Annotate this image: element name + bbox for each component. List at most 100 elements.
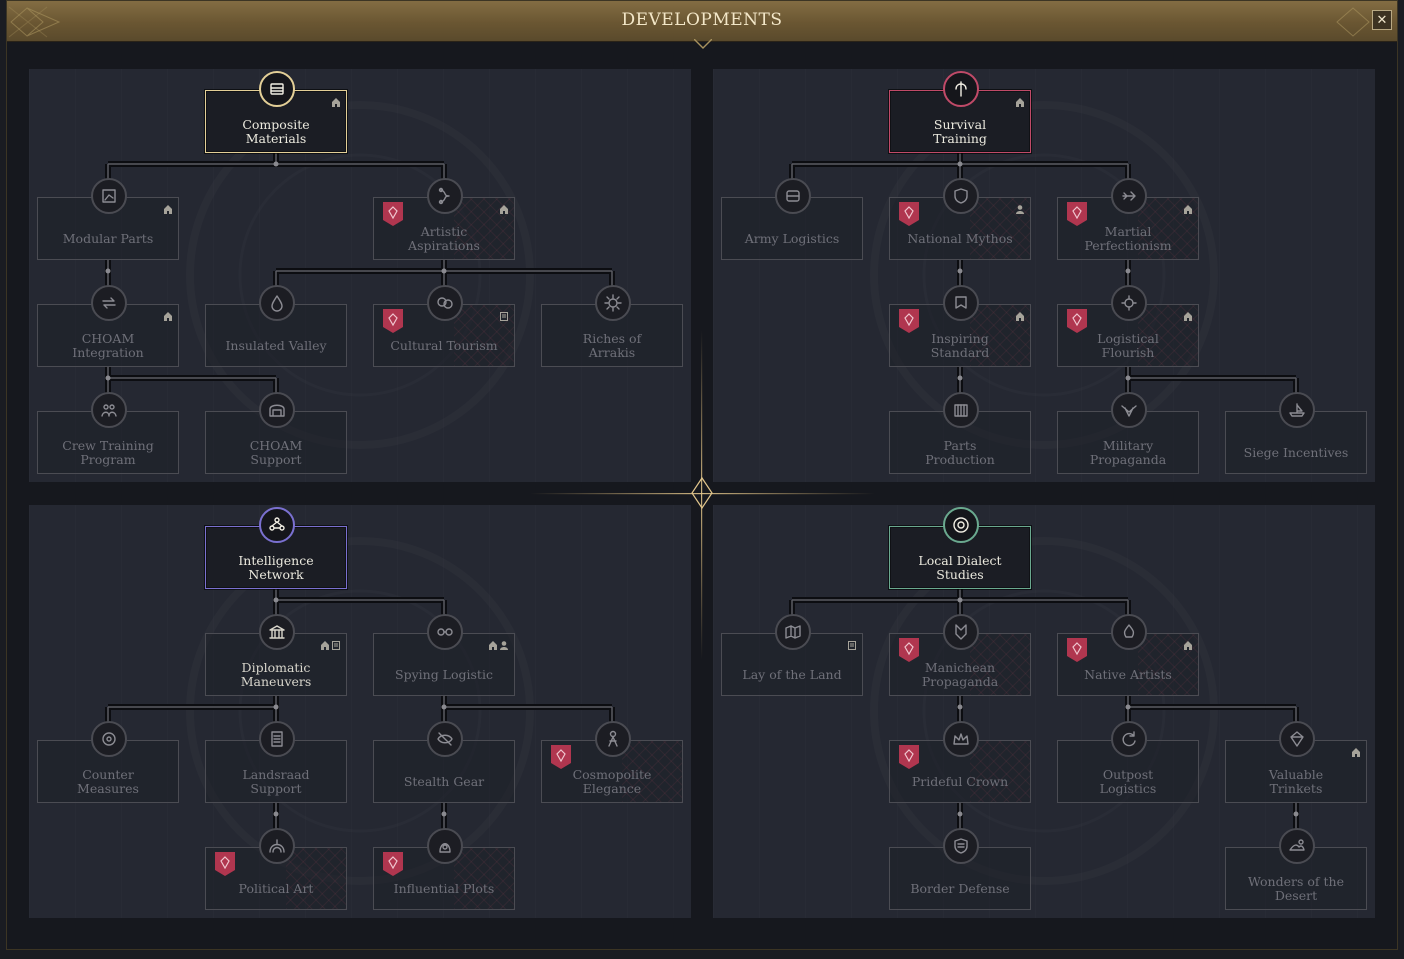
- development-node-siege-incentives[interactable]: Siege Incentives: [1225, 392, 1367, 474]
- development-node-crew-training-program[interactable]: Crew Training Program: [37, 392, 179, 474]
- development-node-influential-plots[interactable]: Influential Plots: [373, 828, 515, 910]
- connector-junction: [105, 268, 111, 274]
- eagle-icon: [1111, 392, 1147, 428]
- house-icon: [489, 641, 497, 650]
- node-label-line: Propaganda: [1089, 451, 1167, 467]
- node-label-line: Support: [250, 780, 302, 796]
- connector-junction: [957, 375, 963, 381]
- spiral-icon: [943, 507, 979, 543]
- node-label-line: Support: [250, 451, 302, 467]
- node-label-line: Crew Training: [62, 437, 154, 453]
- document-requirement-icon: [848, 641, 856, 650]
- shield-icon: [943, 178, 979, 214]
- development-node-composite-materials[interactable]: Composite Materials: [205, 71, 347, 153]
- development-node-local-dialect-studies[interactable]: Local Dialect Studies: [889, 507, 1031, 589]
- node-label: Border Defense: [896, 870, 1024, 907]
- development-node-native-artists[interactable]: Native Artists: [1057, 614, 1199, 696]
- node-label-line: Outpost: [1102, 766, 1154, 782]
- map-icon: [775, 614, 811, 650]
- development-node-cosmopolite-elegance[interactable]: Cosmopolite Elegance: [541, 721, 683, 803]
- node-label-line: Cultural Tourism: [390, 337, 498, 353]
- development-node-parts-production[interactable]: Parts Production: [889, 392, 1031, 474]
- node-label-line: Cosmopolite: [572, 766, 652, 782]
- connector-junction: [1125, 704, 1131, 710]
- house-icon: [1184, 312, 1192, 321]
- arch-icon: [259, 828, 295, 864]
- development-node-spying-logistic[interactable]: Spying Logistic: [373, 614, 515, 696]
- development-node-modular-parts[interactable]: Modular Parts: [37, 178, 179, 260]
- development-node-manichean-propaganda[interactable]: Manichean Propaganda: [889, 614, 1031, 696]
- target-icon: [91, 721, 127, 757]
- node-label-line: Arrakis: [588, 344, 636, 360]
- node-label-line: Artistic: [420, 223, 468, 239]
- development-node-political-art[interactable]: Political Art: [205, 828, 347, 910]
- connector-line: [1127, 696, 1297, 738]
- development-node-wonders-of-the-desert[interactable]: Wonders of the Desert: [1225, 828, 1367, 910]
- node-label: Riches of Arrakis: [548, 327, 676, 364]
- development-node-landsraad-support[interactable]: Landsraad Support: [205, 721, 347, 803]
- droplet-icon: [259, 285, 295, 321]
- development-node-lay-of-the-land[interactable]: Lay of the Land: [721, 614, 863, 696]
- development-node-valuable-trinkets[interactable]: Valuable Trinkets: [1225, 721, 1367, 803]
- node-label-line: Maneuvers: [240, 673, 312, 689]
- banner-icon: [943, 285, 979, 321]
- figure-icon: [595, 721, 631, 757]
- house-icon: [164, 312, 172, 321]
- connector-junction: [957, 268, 963, 274]
- development-node-choam-support[interactable]: CHOAM Support: [205, 392, 347, 474]
- node-label: Modular Parts: [44, 220, 172, 257]
- node-label-line: Martial: [1104, 223, 1152, 239]
- blade-icon: [943, 71, 979, 107]
- house-icon: [1352, 748, 1360, 757]
- node-label: Counter Measures: [44, 763, 172, 800]
- connector-junction: [441, 811, 447, 817]
- connector-line-shadow: [441, 696, 615, 738]
- node-label-line: Trinkets: [1269, 780, 1323, 796]
- development-node-choam-integration[interactable]: CHOAM Integration: [37, 285, 179, 367]
- connector-line-shadow: [273, 589, 447, 631]
- node-label-line: Materials: [245, 130, 307, 146]
- node-label-line: Parts: [943, 437, 977, 453]
- eye-slash-icon: [427, 721, 463, 757]
- scroll-art-icon: [427, 178, 463, 214]
- economic-tree-panel: Composite Materials Modular Parts Artistic A…: [29, 69, 691, 482]
- node-label: Prideful Crown: [896, 763, 1024, 800]
- node-label-line: Spying Logistic: [395, 666, 493, 682]
- connector-line: [107, 696, 277, 738]
- development-node-counter-measures[interactable]: Counter Measures: [37, 721, 179, 803]
- development-node-intelligence-network[interactable]: Intelligence Network: [205, 507, 347, 589]
- node-label-line: Inspiring: [931, 330, 989, 346]
- development-node-stealth-gear[interactable]: Stealth Gear: [373, 721, 515, 803]
- development-node-prideful-crown[interactable]: Prideful Crown: [889, 721, 1031, 803]
- node-label: Cultural Tourism: [380, 327, 508, 364]
- development-node-national-mythos[interactable]: National Mythos: [889, 178, 1031, 260]
- connector-line-shadow: [105, 367, 279, 409]
- development-node-riches-of-arrakis[interactable]: Riches of Arrakis: [541, 285, 683, 367]
- crest-icon: [943, 614, 979, 650]
- development-node-border-defense[interactable]: Border Defense: [889, 828, 1031, 910]
- development-node-diplomatic-maneuvers[interactable]: Diplomatic Maneuvers: [205, 614, 347, 696]
- development-node-inspiring-standard[interactable]: Inspiring Standard: [889, 285, 1031, 367]
- development-node-military-propaganda[interactable]: Military Propaganda: [1057, 392, 1199, 474]
- node-label: Artistic Aspirations: [380, 220, 508, 257]
- node-label-line: Aspirations: [408, 237, 480, 253]
- development-node-outpost-logistics[interactable]: Outpost Logistics: [1057, 721, 1199, 803]
- development-node-logistical-flourish[interactable]: Logistical Flourish: [1057, 285, 1199, 367]
- connector-line-shadow: [1125, 367, 1299, 409]
- development-node-martial-perfectionism[interactable]: Martial Perfectionism: [1057, 178, 1199, 260]
- development-node-cultural-tourism[interactable]: Cultural Tourism: [373, 285, 515, 367]
- connector-junction: [273, 811, 279, 817]
- node-label: Composite Materials: [212, 113, 340, 150]
- tree-connectors: [105, 589, 615, 845]
- node-label: Landsraad Support: [212, 763, 340, 800]
- node-label-line: Desert: [1274, 887, 1318, 903]
- close-button[interactable]: ✕: [1372, 10, 1392, 30]
- development-node-survival-training[interactable]: Survival Training: [889, 71, 1031, 153]
- node-label: Army Logistics: [728, 220, 856, 257]
- connector-line: [1127, 367, 1297, 409]
- development-node-artistic-aspirations[interactable]: Artistic Aspirations: [373, 178, 515, 260]
- development-node-insulated-valley[interactable]: Insulated Valley: [205, 285, 347, 367]
- node-label: Insulated Valley: [212, 327, 340, 364]
- node-label-line: Insulated Valley: [225, 337, 327, 353]
- development-node-army-logistics[interactable]: Army Logistics: [721, 178, 863, 260]
